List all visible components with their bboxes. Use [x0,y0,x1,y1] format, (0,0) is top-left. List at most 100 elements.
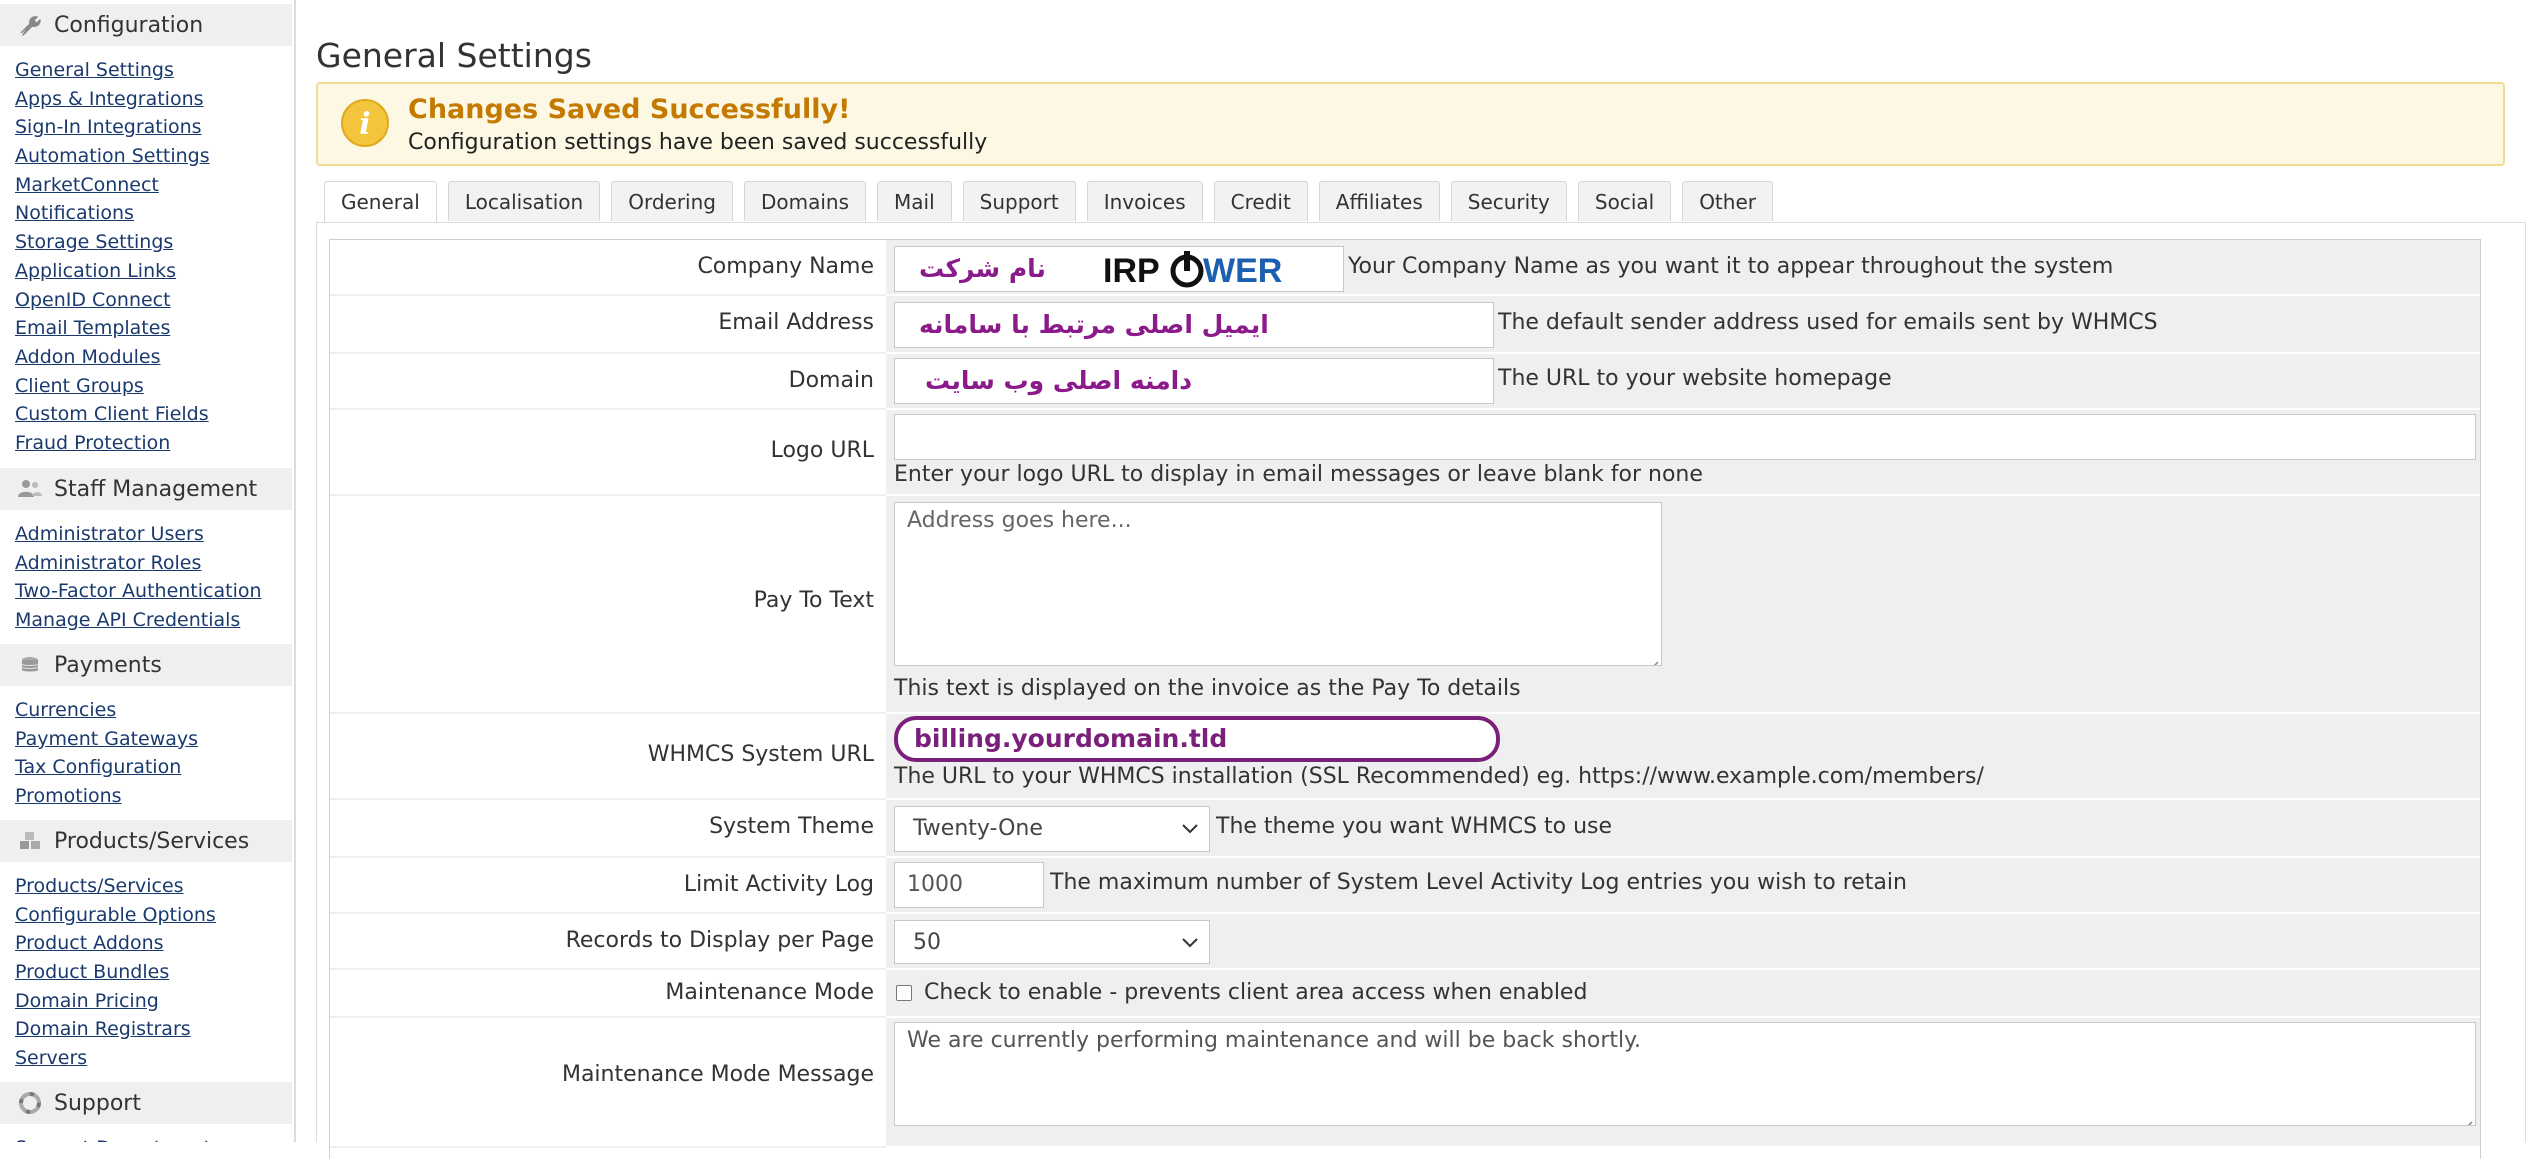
sidebar-link-fraud-protection[interactable]: Fraud Protection [0,429,292,458]
system-url-help: The URL to your WHMCS installation (SSL … [894,764,1984,789]
sidebar-link-automation-settings[interactable]: Automation Settings [0,142,292,171]
sidebar-link-two-factor-authentication[interactable]: Two-Factor Authentication [0,577,292,606]
tab-social[interactable]: Social [1577,181,1672,221]
sidebar-link-promotions[interactable]: Promotions [0,782,292,811]
system-url-value: billing.yourdomain.tld [914,724,1228,753]
tab-security[interactable]: Security [1450,181,1567,221]
domain-help: The URL to your website homepage [1498,366,1892,391]
tab-mail[interactable]: Mail [877,181,952,221]
tab-other[interactable]: Other [1682,181,1773,221]
records-per-page-value: 50 [913,930,941,955]
system-url-input[interactable]: billing.yourdomain.tld [894,716,1500,762]
sidebar-link-products-services[interactable]: Products/Services [0,872,292,901]
lifebuoy-icon [16,1089,44,1117]
sidebar-link-product-addons[interactable]: Product Addons [0,929,292,958]
email-address-input[interactable]: ایمیل اصلی مرتبط با سامانه [894,302,1494,348]
tab-domains[interactable]: Domains [743,181,867,221]
sidebar-header-label: Support [54,1090,141,1116]
tab-ordering[interactable]: Ordering [611,181,733,221]
email-address-help: The default sender address used for emai… [1498,310,2158,335]
sidebar-link-storage-settings[interactable]: Storage Settings [0,228,292,257]
sidebar-link-marketconnect[interactable]: MarketConnect [0,171,292,200]
row-email-address: Email Address ایمیل اصلی مرتبط با سامانه… [330,296,2480,354]
sidebar-link-client-groups[interactable]: Client Groups [0,372,292,401]
resize-handle-icon[interactable] [1645,649,1659,665]
success-alert: i Changes Saved Successfully! Configurat… [316,82,2505,166]
sidebar-link-servers[interactable]: Servers [0,1044,292,1073]
system-theme-value: Twenty-One [913,816,1043,841]
tab-localisation[interactable]: Localisation [447,181,601,221]
row-system-url: WHMCS System URL billing.yourdomain.tld … [330,714,2480,800]
company-name-input[interactable]: نام شرکت IRP WER [894,246,1344,292]
cubes-icon [16,827,44,855]
company-name-help: Your Company Name as you want it to appe… [1348,254,2114,279]
sidebar-section-staff-management: Staff Management Administrator Users Adm… [0,468,292,635]
sidebar-section-support: Support Support Departments [0,1082,292,1142]
page-title: General Settings [316,36,592,76]
logo-url-input[interactable] [894,414,2476,460]
sidebar-link-domain-pricing[interactable]: Domain Pricing [0,987,292,1016]
tab-panel-general: Company Name نام شرکت IRP WER Your Compa… [316,222,2526,1159]
sidebar-link-notifications[interactable]: Notifications [0,199,292,228]
limit-activity-log-input[interactable]: 1000 [894,862,1044,908]
wrench-icon [16,11,44,39]
settings-tabs: General Localisation Ordering Domains Ma… [324,181,1784,223]
users-icon [16,475,44,503]
limit-activity-log-help: The maximum number of System Level Activ… [1050,870,1907,895]
sidebar-link-openid-connect[interactable]: OpenID Connect [0,286,292,315]
tab-invoices[interactable]: Invoices [1086,181,1203,221]
sidebar: Configuration General Settings Apps & In… [0,0,296,1142]
sidebar-link-addon-modules[interactable]: Addon Modules [0,343,292,372]
sidebar-link-administrator-roles[interactable]: Administrator Roles [0,549,292,578]
maintenance-message-textarea[interactable]: We are currently performing maintenance … [894,1022,2476,1126]
tab-support[interactable]: Support [962,181,1076,221]
coins-icon [16,651,44,679]
sidebar-link-administrator-users[interactable]: Administrator Users [0,520,292,549]
maintenance-mode-help: Check to enable - prevents client area a… [924,980,1588,1005]
domain-input[interactable]: دامنه اصلی وب سایت [894,358,1494,404]
main-content: General Settings i Changes Saved Success… [294,0,2534,1159]
limit-activity-log-label: Limit Activity Log [683,872,874,897]
resize-handle-icon[interactable] [2459,1109,2473,1125]
sidebar-link-currencies[interactable]: Currencies [0,696,292,725]
sidebar-header-staff-management: Staff Management [0,468,292,510]
tab-general[interactable]: General [324,181,437,223]
sidebar-link-manage-api-credentials[interactable]: Manage API Credentials [0,606,292,635]
sidebar-link-apps-integrations[interactable]: Apps & Integrations [0,85,292,114]
sidebar-link-product-bundles[interactable]: Product Bundles [0,958,292,987]
pay-to-text-textarea[interactable]: Address goes here... [894,502,1662,666]
sidebar-header-label: Configuration [54,12,204,38]
pay-to-text-label: Pay To Text [753,588,874,613]
svg-text:i: i [359,107,370,142]
sidebar-link-custom-client-fields[interactable]: Custom Client Fields [0,400,292,429]
system-theme-select[interactable]: Twenty-One [894,806,1210,852]
sidebar-header-products-services: Products/Services [0,820,292,862]
records-per-page-label: Records to Display per Page [565,928,874,953]
maintenance-mode-checkbox[interactable] [896,985,912,1001]
maintenance-mode-label: Maintenance Mode [665,980,874,1005]
svg-text:WER: WER [1203,252,1282,290]
info-icon: i [340,98,390,148]
sidebar-link-payment-gateways[interactable]: Payment Gateways [0,725,292,754]
sidebar-link-application-links[interactable]: Application Links [0,257,292,286]
sidebar-link-tax-configuration[interactable]: Tax Configuration [0,753,292,782]
row-maintenance-message: Maintenance Mode Message We are currentl… [330,1018,2480,1148]
sidebar-link-general-settings[interactable]: General Settings [0,56,292,85]
row-records-per-page: Records to Display per Page 50 [330,914,2480,970]
records-per-page-select[interactable]: 50 [894,920,1210,964]
sidebar-link-configurable-options[interactable]: Configurable Options [0,901,292,930]
domain-value: دامنه اصلی وب سایت [925,366,1193,395]
sidebar-header-configuration: Configuration [0,4,292,46]
irpower-logo: IRP WER [1103,251,1303,290]
sidebar-link-sign-in-integrations[interactable]: Sign-In Integrations [0,113,292,142]
tab-credit[interactable]: Credit [1213,181,1308,221]
sidebar-header-support: Support [0,1082,292,1124]
sidebar-section-configuration: Configuration General Settings Apps & In… [0,4,292,458]
sidebar-link-email-templates[interactable]: Email Templates [0,314,292,343]
tab-affiliates[interactable]: Affiliates [1318,181,1440,221]
row-limit-activity-log: Limit Activity Log 1000 The maximum numb… [330,858,2480,914]
row-pay-to-text: Pay To Text Address goes here... This te… [330,496,2480,714]
sidebar-link-domain-registrars[interactable]: Domain Registrars [0,1015,292,1044]
logo-url-label: Logo URL [770,438,874,463]
sidebar-link-support-departments[interactable]: Support Departments [0,1134,292,1142]
